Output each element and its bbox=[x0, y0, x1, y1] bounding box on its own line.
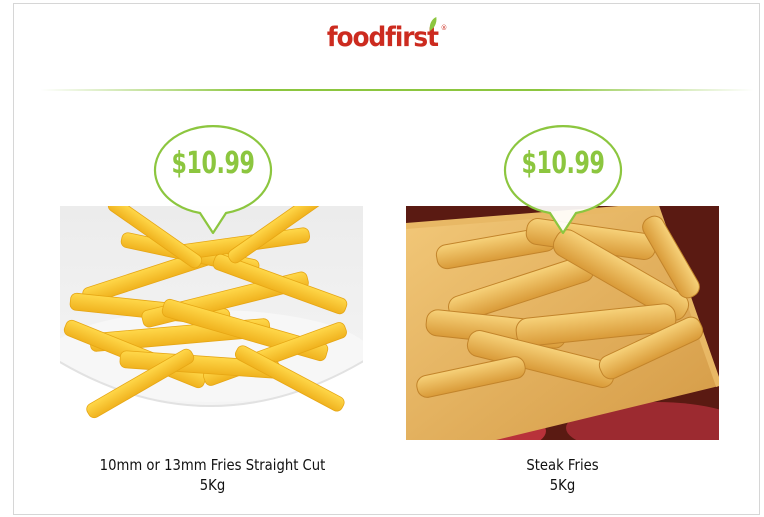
price-steak-fries: $10.99 bbox=[521, 146, 605, 181]
product-size: 5Kg bbox=[549, 476, 576, 494]
product-image-straight-cut-fries bbox=[60, 206, 363, 440]
header-divider bbox=[40, 89, 754, 91]
product-image-steak-fries bbox=[406, 206, 719, 440]
leaf-icon bbox=[429, 17, 437, 31]
caption-steak-fries: Steak Fries 5Kg bbox=[420, 455, 706, 495]
brand-logo: foodfirst ® bbox=[0, 17, 764, 53]
product-size: 5Kg bbox=[199, 476, 226, 494]
caption-straight-cut-fries: 10mm or 13mm Fries Straight Cut 5Kg bbox=[61, 455, 365, 495]
price-straight-cut-fries: $10.99 bbox=[171, 146, 255, 181]
logo-text: foodfirst ® bbox=[326, 17, 447, 53]
product-name: Steak Fries bbox=[526, 456, 599, 474]
product-name: 10mm or 13mm Fries Straight Cut bbox=[99, 456, 326, 474]
